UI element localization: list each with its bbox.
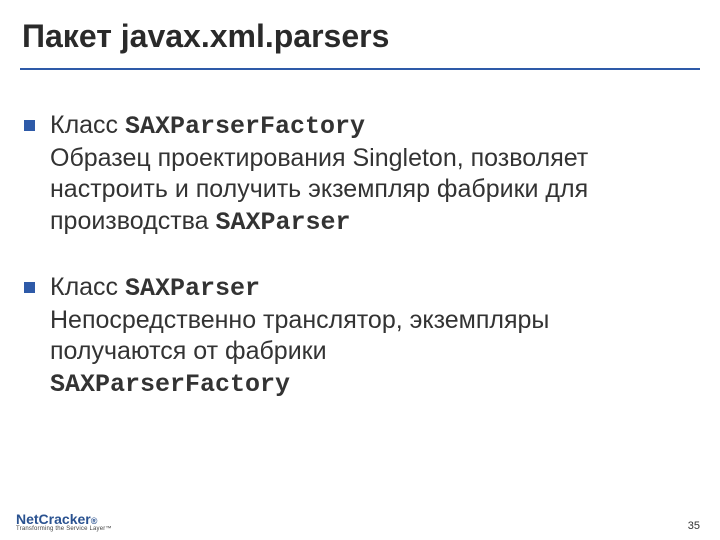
inline-code: SAXParser (216, 208, 351, 237)
inline-code: SAXParserFactory (50, 370, 290, 399)
item-desc: Непосредственно транслятор, экземпляры п… (50, 306, 549, 366)
bullet-icon (24, 120, 35, 131)
logo-name: NetCracker (16, 511, 91, 527)
bullet-icon (24, 282, 35, 293)
content-area: Класс SAXParserFactory Образец проектиро… (22, 110, 682, 434)
item-prefix: Класс (50, 273, 125, 301)
class-name: SAXParser (125, 274, 260, 303)
logo: NetCracker® Transforming the Service Lay… (16, 512, 112, 532)
item-prefix: Класс (50, 111, 125, 139)
logo-tagline: Transforming the Service Layer™ (16, 526, 112, 532)
title-divider (20, 68, 700, 70)
slide-title: Пакет javax.xml.parsers (22, 18, 389, 55)
list-item: Класс SAXParserFactory Образец проектиро… (22, 110, 682, 238)
footer: NetCracker® Transforming the Service Lay… (0, 510, 720, 540)
list-item: Класс SAXParser Непосредственно транслят… (22, 272, 682, 400)
page-number: 35 (688, 520, 700, 532)
class-name: SAXParserFactory (125, 112, 365, 141)
